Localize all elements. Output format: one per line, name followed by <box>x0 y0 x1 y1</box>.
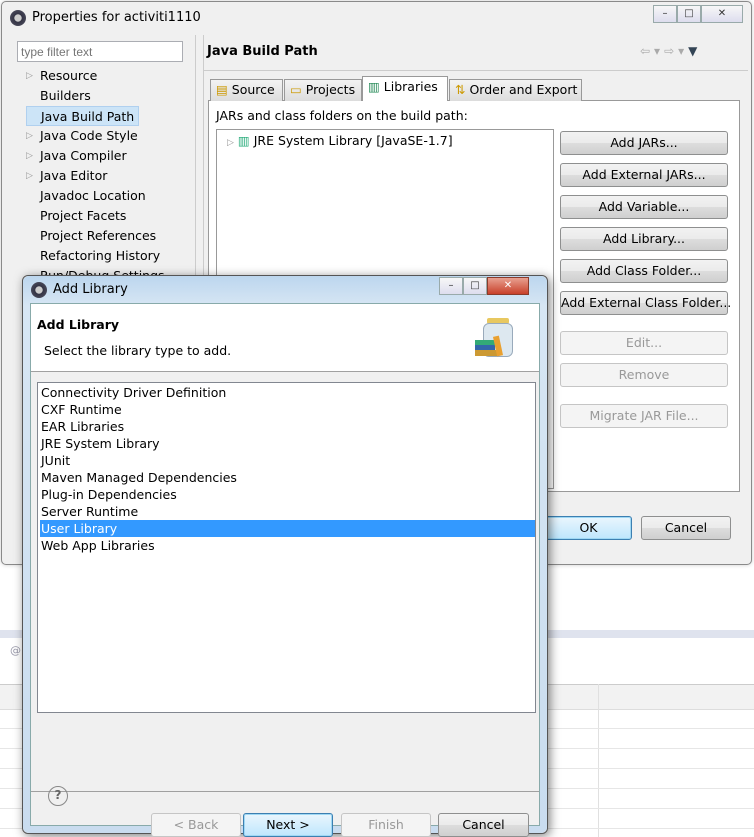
library-type-item[interactable]: Web App Libraries <box>40 537 535 554</box>
nav-item[interactable]: ▷ Resource <box>26 66 97 86</box>
history-nav-icons[interactable]: ⇦▾⇨▾▼ <box>640 44 701 58</box>
help-icon[interactable]: ? <box>48 786 68 806</box>
nav-item[interactable]: ▷ Java Compiler <box>26 146 127 166</box>
library-type-item[interactable]: Plug-in Dependencies <box>40 486 535 503</box>
nav-item[interactable]: Project Facets <box>26 206 126 226</box>
nav-item-label: Java Editor <box>40 168 108 183</box>
library-books-icon: ▥ <box>368 79 380 94</box>
nav-item-label: Refactoring History <box>40 248 161 263</box>
eclipse-gear-icon <box>31 282 47 298</box>
eclipse-gear-icon <box>10 10 26 26</box>
background-at-icon: @ <box>10 644 21 657</box>
properties-cancel-button[interactable]: Cancel <box>641 516 731 540</box>
library-type-item[interactable]: JUnit <box>40 452 535 469</box>
maximize-button[interactable]: □ <box>677 5 701 23</box>
nav-item[interactable]: Javadoc Location <box>26 186 146 206</box>
dialog-cancel-button[interactable]: Cancel <box>438 813 529 837</box>
dialog-body: Add Library Select the library type to a… <box>30 303 540 837</box>
tab-source[interactable]: ▤ Source <box>210 79 283 101</box>
next-button[interactable]: Next > <box>243 813 333 837</box>
library-type-item[interactable]: User Library <box>40 520 535 537</box>
window-title: Properties for activiti1110 <box>32 10 201 25</box>
dialog-window-controls: – □ ✕ <box>439 277 529 295</box>
build-path-label: JARs and class folders on the build path… <box>216 108 468 123</box>
side-button[interactable]: Add External JARs... <box>560 163 728 187</box>
nav-item-label: Java Code Style <box>40 128 138 143</box>
side-button[interactable]: Add Variable... <box>560 195 728 219</box>
library-type-item[interactable]: Maven Managed Dependencies <box>40 469 535 486</box>
page-title: Java Build Path <box>207 44 318 59</box>
filter-input[interactable] <box>17 41 183 62</box>
project-folder-icon: ▭ <box>290 82 302 97</box>
nav-item-label: Project Facets <box>40 208 127 223</box>
expand-triangle-icon[interactable]: ▷ <box>26 146 33 166</box>
tree-item-jre[interactable]: ▷ ▥ JRE System Library [JavaSE-1.7] <box>227 133 453 148</box>
nav-item-label: Project References <box>40 228 157 243</box>
nav-item[interactable]: Refactoring History <box>26 246 160 266</box>
forward-arrow-icon[interactable]: ⇨▾ <box>664 44 688 58</box>
finish-button[interactable]: Finish <box>341 813 431 837</box>
nav-item-label: Java Build Path <box>41 109 135 124</box>
library-type-item[interactable]: CXF Runtime <box>40 401 535 418</box>
nav-item-label: Resource <box>40 68 98 83</box>
side-button[interactable]: Add Library... <box>560 227 728 251</box>
button-bar-separator <box>31 791 539 792</box>
nav-item[interactable]: Builders <box>26 86 91 106</box>
expand-triangle-icon[interactable]: ▷ <box>26 66 33 86</box>
tab-libraries[interactable]: ▥ Libraries <box>362 76 448 101</box>
library-icon: ▥ <box>237 133 250 148</box>
add-library-dialog: Add Library – □ ✕ Add Library Select the… <box>22 275 548 837</box>
library-type-list[interactable]: Connectivity Driver Definition CXF Runtim… <box>37 382 536 713</box>
library-type-item[interactable]: JRE System Library <box>40 435 535 452</box>
order-arrows-icon: ⇅ <box>455 82 466 97</box>
background-table-column-divider <box>598 684 599 837</box>
tab-label: Libraries <box>383 79 438 94</box>
dialog-close-button[interactable]: ✕ <box>487 277 529 295</box>
nav-item[interactable]: ▷ Java Editor <box>26 166 107 186</box>
nav-item[interactable]: Project References <box>26 226 156 246</box>
tab-order-and-export[interactable]: ⇅ Order and Export <box>449 79 582 101</box>
nav-item[interactable]: ▷ Java Code Style <box>26 126 138 146</box>
dialog-maximize-button[interactable]: □ <box>463 277 487 295</box>
side-button[interactable]: Edit... <box>560 331 728 355</box>
dialog-header: Add Library Select the library type to a… <box>31 304 539 372</box>
side-button[interactable]: Add External Class Folder... <box>560 291 731 315</box>
library-jar-icon <box>475 318 515 360</box>
tab-projects[interactable]: ▭ Projects <box>284 79 362 101</box>
dialog-header-description: Select the library type to add. <box>44 343 232 358</box>
library-type-item[interactable]: EAR Libraries <box>40 418 535 435</box>
back-button[interactable]: < Back <box>151 813 241 837</box>
tab-label: Projects <box>305 82 356 97</box>
library-type-item[interactable]: Connectivity Driver Definition <box>40 384 535 401</box>
minimize-button[interactable]: – <box>653 5 677 23</box>
window-controls: – □ ✕ <box>653 5 743 23</box>
expand-triangle-icon[interactable]: ▷ <box>227 138 234 148</box>
nav-item-label: Builders <box>40 88 91 103</box>
dialog-header-title: Add Library <box>37 317 120 332</box>
side-button[interactable]: Add Class Folder... <box>560 259 728 283</box>
header-separator <box>204 70 748 71</box>
side-button[interactable]: Remove <box>560 363 728 387</box>
nav-item[interactable]: Java Build Path <box>26 106 140 126</box>
nav-item-label: Java Compiler <box>40 148 127 163</box>
side-button[interactable]: Add JARs... <box>560 131 728 155</box>
dialog-minimize-button[interactable]: – <box>439 277 463 295</box>
tree-item-label: JRE System Library [JavaSE-1.7] <box>253 133 453 148</box>
tab-label: Order and Export <box>469 82 578 97</box>
nav-item-label: Javadoc Location <box>40 188 146 203</box>
side-button[interactable]: Migrate JAR File... <box>560 404 728 428</box>
expand-triangle-icon[interactable]: ▷ <box>26 166 33 186</box>
library-type-item[interactable]: Server Runtime <box>40 503 535 520</box>
close-button[interactable]: ✕ <box>701 5 743 23</box>
source-folder-icon: ▤ <box>216 82 228 97</box>
ok-button[interactable]: OK <box>545 516 632 540</box>
dialog-title: Add Library <box>53 282 128 297</box>
tab-label: Source <box>231 82 275 97</box>
view-menu-icon[interactable]: ▼ <box>688 44 701 58</box>
back-arrow-icon[interactable]: ⇦▾ <box>640 44 664 58</box>
expand-triangle-icon[interactable]: ▷ <box>26 126 33 146</box>
